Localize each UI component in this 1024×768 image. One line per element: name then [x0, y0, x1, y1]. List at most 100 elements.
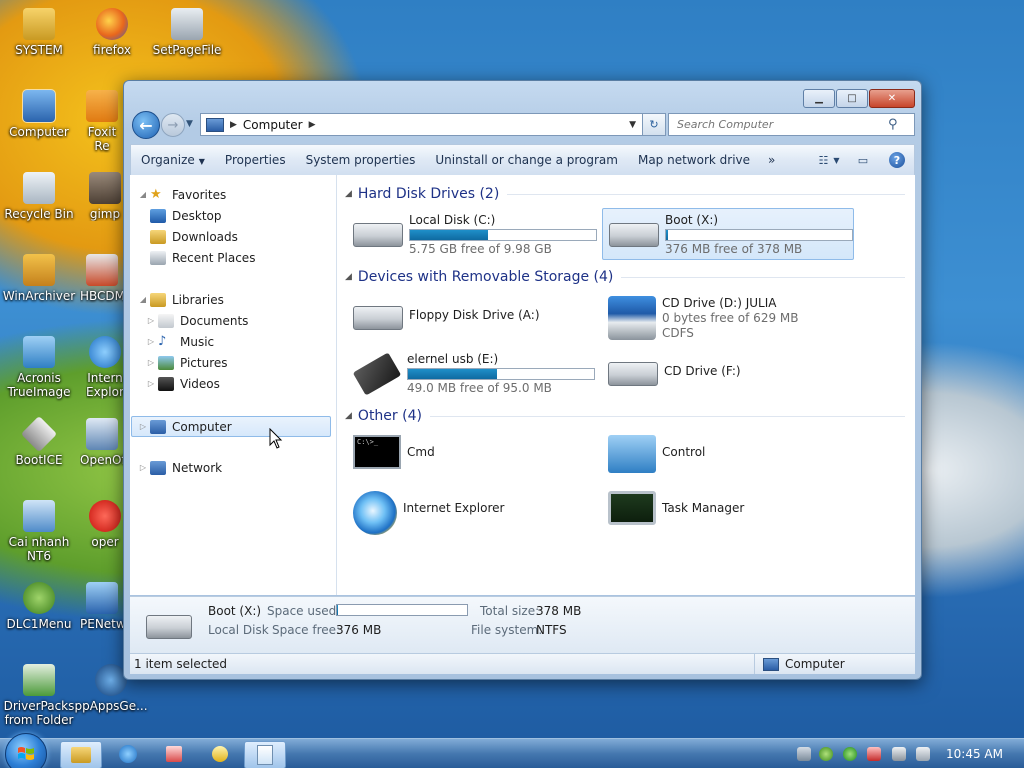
close-icon: ✕ [887, 93, 897, 104]
explorer-folder-icon [71, 747, 91, 763]
organize-button[interactable]: Organize ▼ [131, 153, 215, 167]
expand-arrow-icon[interactable]: ▷ [146, 316, 156, 325]
group-header-removable-storage[interactable]: ◢ Devices with Removable Storage (4) [345, 269, 905, 285]
close-button[interactable]: ✕ [869, 89, 915, 108]
tray-device-icon[interactable] [892, 747, 906, 761]
tray-security-icon[interactable] [819, 747, 833, 761]
desktop-icon-internet-explorer[interactable]: Intern Explore [86, 336, 124, 399]
expand-arrow-icon[interactable]: ▷ [146, 379, 156, 388]
desktop-icon-winarchiver[interactable]: WinArchiver [0, 254, 78, 303]
search-input[interactable] [675, 117, 884, 132]
desktop-icon-penetwork[interactable]: PENetw [80, 582, 124, 631]
status-bar: 1 item selected Computer [130, 653, 915, 674]
drive-boot-x-info: Boot (X:) 376 MB free of 378 MB [665, 209, 853, 256]
item-cmd[interactable]: C:\>_ Cmd [347, 431, 597, 481]
group-header-other[interactable]: ◢ Other (4) [345, 408, 905, 424]
breadcrumb-computer[interactable]: Computer [243, 118, 303, 132]
group-header-hard-disk-drives[interactable]: ◢ Hard Disk Drives (2) [345, 186, 905, 202]
nav-recent-places[interactable]: Recent Places [148, 248, 255, 267]
libraries-icon [150, 292, 166, 307]
tool-icon [166, 746, 182, 762]
desktop-icon-opera[interactable]: oper [86, 500, 124, 549]
item-internet-explorer[interactable]: Internet Explorer [347, 487, 597, 537]
more-commands-button[interactable]: » [760, 153, 783, 167]
item-task-manager[interactable]: Task Manager [602, 487, 852, 537]
help-button[interactable]: ? [886, 151, 908, 169]
nav-desktop[interactable]: Desktop [148, 206, 222, 225]
nav-network[interactable]: ▷ Network [138, 458, 222, 477]
nav-videos[interactable]: ▷ Videos [146, 374, 220, 393]
collapse-arrow-icon[interactable]: ◢ [138, 190, 148, 199]
tray-volume-muted-icon[interactable] [916, 747, 930, 761]
details-usage-bar-fill [337, 605, 339, 615]
forward-button[interactable]: → [161, 113, 185, 137]
nav-documents[interactable]: ▷ Documents [146, 311, 248, 330]
taskbar-paint-button[interactable] [200, 741, 240, 767]
desktop-icon-foxit[interactable]: Foxit Re [80, 90, 124, 153]
uninstall-program-button[interactable]: Uninstall or change a program [425, 153, 628, 167]
tray-app-icon[interactable] [867, 747, 881, 761]
drive-local-disk-c[interactable]: Local Disk (C:) 5.75 GB free of 9.98 GB [347, 209, 597, 259]
taskbar-notepad-button[interactable] [244, 741, 286, 768]
collapse-arrow-icon[interactable]: ◢ [138, 295, 148, 304]
expand-arrow-icon[interactable]: ▷ [146, 358, 156, 367]
taskbar-explorer-button[interactable] [60, 741, 102, 768]
expand-arrow-icon[interactable]: ▷ [146, 337, 156, 346]
collapse-arrow-icon[interactable]: ◢ [345, 411, 352, 421]
breadcrumb-separator-icon[interactable]: ▶ [230, 120, 237, 130]
maximize-button[interactable]: □ [836, 89, 868, 108]
address-dropdown-icon[interactable]: ▼ [629, 120, 636, 130]
expand-arrow-icon[interactable]: ▷ [138, 463, 148, 472]
desktop-icon-setpagefile[interactable]: SetPageFile [148, 8, 226, 57]
nav-computer[interactable]: ▷ Computer [131, 416, 331, 437]
properties-button[interactable]: Properties [215, 153, 296, 167]
desktop-icon-hbcdm[interactable]: HBCDM [80, 254, 124, 303]
nav-pictures[interactable]: ▷ Pictures [146, 353, 228, 372]
details-total-size-label: Total size: [480, 604, 540, 618]
start-button[interactable] [5, 733, 47, 768]
desktop-icon-dlc1menu[interactable]: DLC1Menu [0, 582, 78, 631]
change-view-button[interactable]: ☷ ▼ [818, 151, 840, 169]
refresh-button[interactable]: ↻ [642, 113, 666, 136]
nav-music[interactable]: ▷ ♪ Music [146, 332, 214, 351]
recent-pages-button[interactable]: ▼ [186, 119, 193, 129]
collapse-arrow-icon[interactable]: ◢ [345, 189, 352, 199]
desktop-icon-recycle-bin[interactable]: Recycle Bin [0, 172, 78, 221]
tray-play-icon[interactable] [843, 747, 857, 761]
drive-floppy-a[interactable]: Floppy Disk Drive (A:) [347, 292, 597, 342]
nav-favorites[interactable]: ◢ ★ Favorites [138, 185, 226, 204]
desktop-icon-acronis[interactable]: Acronis TrueImage [0, 336, 78, 399]
desktop-icon-bootice[interactable]: BootICE [0, 415, 78, 467]
address-bar[interactable]: ▶ Computer ▶ ▼ [200, 113, 643, 136]
breadcrumb-separator-icon[interactable]: ▶ [309, 120, 316, 130]
system-properties-button[interactable]: System properties [296, 153, 426, 167]
drive-cd-d[interactable]: CD Drive (D:) JULIA 0 bytes free of 629 … [602, 292, 852, 348]
desktop-icon-gimp[interactable]: gimp [86, 172, 124, 221]
desktop-icon-system[interactable]: SYSTEM [0, 8, 78, 57]
taskbar-clock[interactable]: 10:45 AM [946, 747, 1003, 761]
desktop-icon-cai-nhanh[interactable]: Cai nhanh NT6 [0, 500, 78, 563]
expand-arrow-icon[interactable]: ▷ [138, 422, 148, 431]
taskbar-ie-button[interactable] [108, 741, 148, 767]
search-box[interactable]: ⚲ [668, 113, 915, 136]
drive-cd-f[interactable]: CD Drive (F:) [602, 348, 852, 398]
preview-pane-button[interactable]: ▭ [852, 151, 874, 169]
back-button[interactable]: ← [132, 111, 160, 139]
ie-icon [119, 745, 137, 763]
desktop-icon-computer[interactable]: Computer [0, 89, 78, 139]
nav-libraries[interactable]: ◢ Libraries [138, 290, 224, 309]
tray-network-tool-icon[interactable] [797, 747, 811, 761]
nav-downloads[interactable]: Downloads [148, 227, 238, 246]
item-control[interactable]: Control [602, 431, 852, 481]
details-file-system-label: File system: [471, 623, 543, 637]
drive-usb-e[interactable]: elernel usb (E:) 49.0 MB free of 95.0 MB [347, 348, 597, 398]
search-icon[interactable]: ⚲ [888, 117, 898, 132]
desktop-icon-driverpacks[interactable]: DriverPacks from Folder [0, 664, 78, 727]
desktop-icon-openoffice[interactable]: OpenOf [80, 418, 124, 467]
minimize-button[interactable]: ▁ [803, 89, 835, 108]
map-network-drive-button[interactable]: Map network drive [628, 153, 760, 167]
desktop-icon-firefox[interactable]: firefox [73, 8, 151, 57]
taskbar-tool-button[interactable] [154, 741, 194, 767]
collapse-arrow-icon[interactable]: ◢ [345, 272, 352, 282]
drive-boot-x[interactable]: Boot (X:) 376 MB free of 378 MB [602, 208, 854, 260]
